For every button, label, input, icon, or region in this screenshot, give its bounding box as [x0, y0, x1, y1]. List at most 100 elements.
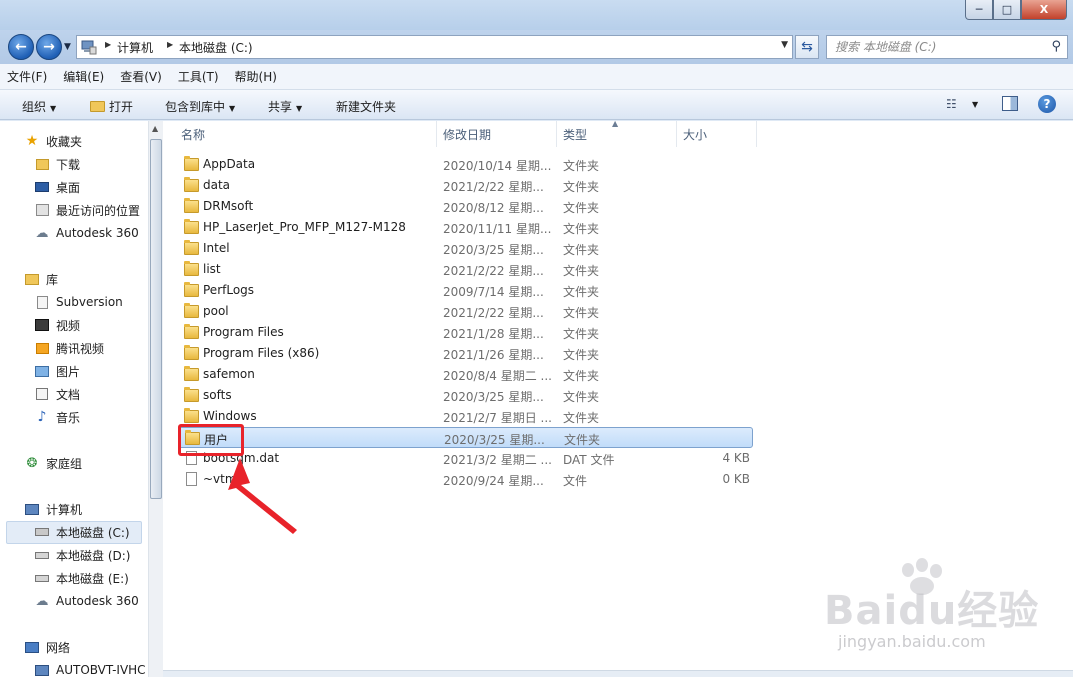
nav-label: 本地磁盘 (C:)	[56, 525, 130, 540]
nav-item-pictures[interactable]: 图片	[34, 361, 80, 381]
file-size: 0 KB	[722, 472, 750, 486]
file-row[interactable]: safemon 2020/8/4 星期二 ... 文件夹	[178, 364, 753, 385]
open-button[interactable]: 打开	[90, 98, 133, 115]
column-header-name[interactable]: 名称	[175, 121, 437, 147]
file-name: DRMsoft	[203, 199, 254, 213]
menu-view[interactable]: 查看(V)	[120, 68, 162, 85]
nav-item-drive-d[interactable]: 本地磁盘 (D:)	[34, 545, 130, 565]
nav-label: 文档	[56, 387, 81, 402]
menu-edit[interactable]: 编辑(E)	[63, 68, 104, 85]
refresh-button[interactable]: ⇆	[795, 35, 819, 59]
view-options-icon[interactable]: ☷	[946, 97, 957, 111]
file-type: 文件夹	[563, 285, 600, 299]
nav-favorites[interactable]: ★ 收藏夹	[24, 131, 82, 151]
recent-pages-dropdown-icon[interactable]: ▼	[64, 42, 71, 52]
music-note-icon: ♪	[37, 409, 47, 425]
file-row[interactable]: ~vtmp 2020/9/24 星期... 文件 0 KB	[178, 469, 753, 490]
file-date: 2020/9/24 星期...	[443, 474, 544, 488]
nav-item-tencent-video[interactable]: 腾讯视频	[34, 338, 104, 358]
file-name: Program Files	[203, 325, 284, 339]
search-input[interactable]	[835, 40, 1045, 54]
title-bar: ─ □ X	[0, 0, 1073, 30]
file-row[interactable]: Program Files 2021/1/28 星期... 文件夹	[178, 322, 753, 343]
nav-item-documents[interactable]: 文档	[34, 384, 80, 404]
help-icon[interactable]: ?	[1038, 95, 1056, 113]
nav-item-music[interactable]: ♪ 音乐	[34, 407, 80, 427]
file-date: 2009/7/14 星期...	[443, 285, 544, 299]
address-bar[interactable]: ▶ 计算机 ▶ 本地磁盘 (C:) ▼	[76, 35, 793, 59]
breadcrumb-computer[interactable]: 计算机	[117, 39, 153, 56]
file-row[interactable]: softs 2020/3/25 星期... 文件夹	[178, 385, 753, 406]
file-row[interactable]: bootsqm.dat 2021/3/2 星期二 ... DAT 文件 4 KB	[178, 448, 753, 469]
menu-tools[interactable]: 工具(T)	[178, 68, 219, 85]
breadcrumb-separator-icon[interactable]: ▶	[167, 40, 173, 49]
file-row[interactable]: Windows 2021/2/7 星期日 ... 文件夹	[178, 406, 753, 427]
minimize-button[interactable]: ─	[965, 0, 993, 20]
nav-scroll-thumb[interactable]	[150, 139, 162, 499]
file-row[interactable]: pool 2021/2/22 星期... 文件夹	[178, 301, 753, 322]
tencent-video-icon	[34, 341, 50, 355]
file-type: 文件夹	[563, 411, 600, 425]
column-label: 名称	[181, 127, 206, 142]
address-dropdown-icon[interactable]: ▼	[781, 40, 788, 50]
close-button[interactable]: X	[1021, 0, 1067, 20]
folder-icon	[184, 282, 199, 297]
forward-button[interactable]: →	[36, 34, 62, 60]
nav-homegroup[interactable]: ❂ 家庭组	[24, 453, 82, 473]
search-icon[interactable]: ⚲	[1051, 39, 1061, 54]
file-row[interactable]: PerfLogs 2009/7/14 星期... 文件夹	[178, 280, 753, 301]
nav-item-network-computer[interactable]: AUTOBVT-IVHC	[34, 660, 146, 677]
include-in-library-button[interactable]: 包含到库中 ▼	[165, 98, 235, 115]
menu-help[interactable]: 帮助(H)	[235, 68, 277, 85]
folder-icon	[184, 387, 199, 402]
file-row[interactable]: Program Files (x86) 2021/1/26 星期... 文件夹	[178, 343, 753, 364]
back-button[interactable]: ←	[8, 34, 34, 60]
cloud-icon: ☁	[35, 593, 49, 609]
nav-item-autodesk-360[interactable]: ☁ Autodesk 360	[34, 223, 139, 243]
file-row[interactable]: DRMsoft 2020/8/12 星期... 文件夹	[178, 196, 753, 217]
column-header-size[interactable]: 大小	[677, 121, 757, 147]
file-name: Intel	[203, 241, 230, 255]
chevron-down-icon: ▼	[296, 104, 303, 113]
view-dropdown-icon[interactable]: ▼	[972, 100, 978, 109]
share-button[interactable]: 共享 ▼	[268, 98, 302, 115]
scroll-up-icon[interactable]: ▲	[152, 124, 158, 133]
nav-network[interactable]: 网络	[24, 637, 70, 657]
maximize-button[interactable]: □	[993, 0, 1021, 20]
nav-label: 网络	[46, 640, 71, 655]
file-row[interactable]: HP_LaserJet_Pro_MFP_M127-M128 2020/11/11 …	[178, 217, 753, 238]
menu-bar: 文件(F) 编辑(E) 查看(V) 工具(T) 帮助(H)	[0, 64, 1073, 90]
status-strip	[163, 670, 1073, 677]
preview-pane-icon[interactable]	[1002, 96, 1018, 111]
nav-item-recent-places[interactable]: 最近访问的位置	[34, 200, 140, 220]
file-row[interactable]: list 2021/2/22 星期... 文件夹	[178, 259, 753, 280]
search-box[interactable]: ⚲	[826, 35, 1068, 59]
file-size: 4 KB	[722, 451, 750, 465]
nav-libraries[interactable]: 库	[24, 269, 58, 289]
nav-item-autodesk-360-drive[interactable]: ☁ Autodesk 360	[34, 591, 139, 611]
nav-label: Subversion	[56, 295, 123, 309]
nav-label: 本地磁盘 (E:)	[56, 571, 129, 586]
file-type: 文件夹	[563, 390, 600, 404]
file-row[interactable]: AppData 2020/10/14 星期... 文件夹	[178, 154, 753, 175]
breadcrumb-drive-c[interactable]: 本地磁盘 (C:)	[179, 39, 253, 56]
organize-button[interactable]: 组织 ▼	[22, 98, 56, 115]
column-header-date[interactable]: 修改日期	[437, 121, 557, 147]
nav-item-desktop[interactable]: 桌面	[34, 177, 80, 197]
file-row[interactable]: Intel 2020/3/25 星期... 文件夹	[178, 238, 753, 259]
nav-label: 收藏夹	[46, 134, 83, 149]
new-folder-label: 新建文件夹	[336, 100, 397, 114]
breadcrumb-separator-icon[interactable]: ▶	[105, 40, 111, 49]
new-folder-button[interactable]: 新建文件夹	[336, 98, 396, 115]
nav-item-drive-e[interactable]: 本地磁盘 (E:)	[34, 568, 129, 588]
file-row[interactable]: 用户 2020/3/25 星期... 文件夹	[178, 427, 753, 448]
file-row[interactable]: data 2021/2/22 星期... 文件夹	[178, 175, 753, 196]
menu-file[interactable]: 文件(F)	[7, 68, 47, 85]
nav-item-videos[interactable]: 视频	[34, 315, 80, 335]
nav-item-subversion[interactable]: Subversion	[34, 292, 123, 312]
nav-item-downloads[interactable]: 下载	[34, 154, 80, 174]
nav-computer[interactable]: 计算机	[24, 499, 82, 519]
computer-icon	[81, 40, 97, 55]
nav-item-drive-c[interactable]: 本地磁盘 (C:)	[34, 522, 130, 542]
nav-scrollbar[interactable]: ▲	[148, 121, 163, 677]
